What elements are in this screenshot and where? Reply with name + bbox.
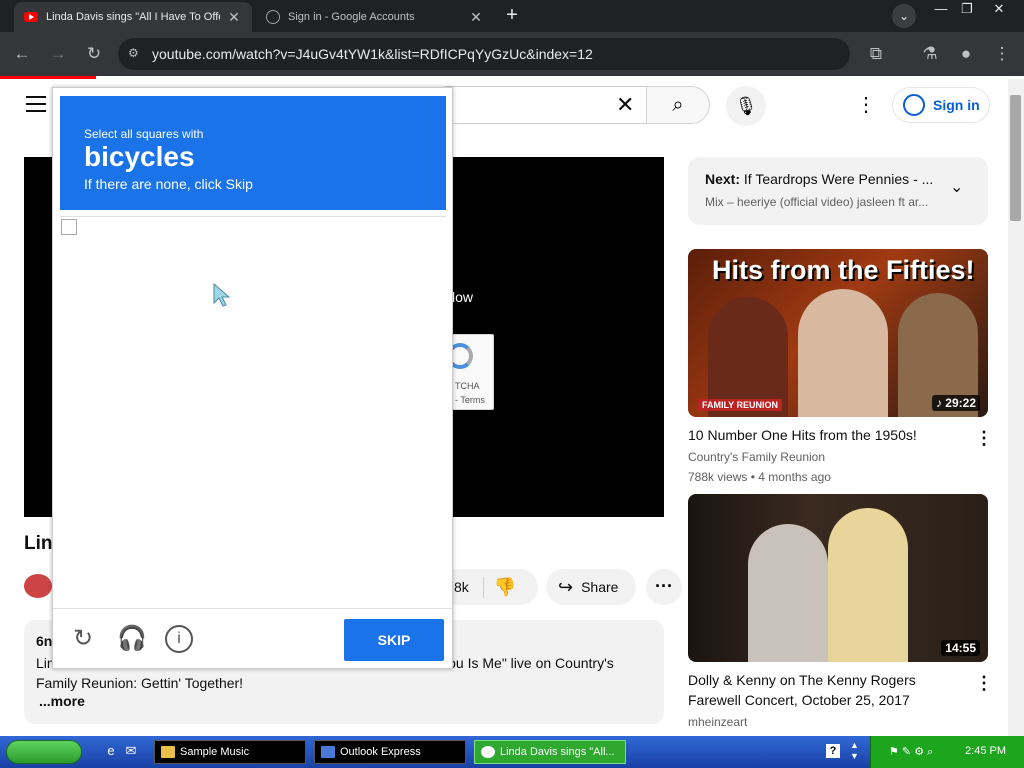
voice-search-button[interactable]: 🎙 xyxy=(726,86,766,126)
captcha-skip-hint: If there are none, click Skip xyxy=(84,176,253,192)
microphone-icon: 🎙 xyxy=(734,96,758,116)
share-icon: ↪ xyxy=(558,576,574,597)
like-count: 8k xyxy=(454,579,469,595)
channel-name[interactable]: Country's Family Reunion xyxy=(688,450,825,464)
tab-title: Sign in - Google Accounts xyxy=(288,11,415,23)
sign-in-label: Sign in xyxy=(933,97,980,113)
extensions-icon[interactable]: ⧉ xyxy=(862,40,890,68)
info-icon[interactable]: i xyxy=(165,625,193,653)
tab-title: Linda Davis sings "All I Have To Offer Y… xyxy=(46,11,220,23)
performer-right xyxy=(828,508,908,662)
performer-center xyxy=(798,289,888,417)
clock: 2:45 PM xyxy=(965,745,1006,757)
music-note-icon: ♪ xyxy=(935,396,942,410)
duration-badge: 14:55 xyxy=(941,640,980,656)
url-text: youtube.com/watch?v=J4uGv4tYW1k&list=RDf… xyxy=(152,46,593,62)
performer-left xyxy=(748,524,828,662)
tab-youtube[interactable]: Linda Davis sings "All I Have To Offer Y… xyxy=(14,2,252,32)
mouse-cursor-icon xyxy=(213,283,231,307)
outlook-quicklaunch-icon[interactable]: ✉ xyxy=(122,743,140,761)
address-bar[interactable]: ⚙ youtube.com/watch?v=J4uGv4tYW1k&list=R… xyxy=(118,38,850,70)
duration-badge: ♪ 29:22 xyxy=(931,395,980,411)
hamburger-menu-icon[interactable] xyxy=(26,96,46,112)
taskbar: e ✉ Sample Music Outlook Express Linda D… xyxy=(0,736,1024,768)
help-icon[interactable]: ? xyxy=(826,744,840,758)
search-icon: ⌕ xyxy=(672,94,684,116)
captcha-footer: ↻ 🎧 i SKIP xyxy=(53,608,452,668)
share-label: Share xyxy=(581,579,619,595)
video-title-link[interactable]: 10 Number One Hits from the 1950s! xyxy=(688,425,958,445)
kebab-menu-icon[interactable]: ⋮ xyxy=(975,673,993,694)
restore-button[interactable]: ❐ xyxy=(952,0,982,20)
next-in-mix-card[interactable]: Next: If Teardrops Were Pennies - ... Mi… xyxy=(688,157,988,225)
close-window-button[interactable]: ✕ xyxy=(984,0,1014,20)
captcha-header: Select all squares with bicycles If ther… xyxy=(60,96,446,210)
broken-image-icon xyxy=(61,219,77,235)
labs-flask-icon[interactable]: ⚗ xyxy=(916,40,944,68)
video-meta: 788k views • 4 months ago xyxy=(688,470,831,484)
reload-icon[interactable]: ↻ xyxy=(69,625,97,653)
kebab-menu-icon[interactable]: ⋮ xyxy=(975,428,993,449)
reload-button[interactable]: ↻ xyxy=(80,40,108,68)
channel-avatar[interactable] xyxy=(24,574,52,598)
share-button[interactable]: ↪ Share xyxy=(546,569,636,605)
more-actions-button[interactable]: ··· xyxy=(646,569,682,605)
outlook-icon xyxy=(321,746,335,758)
like-dislike-pill[interactable]: 8k 👎 xyxy=(440,569,538,605)
profile-icon[interactable]: ● xyxy=(952,40,980,68)
next-title: Next: If Teardrops Were Pennies - ... xyxy=(705,171,934,187)
globe-icon xyxy=(266,10,280,24)
sign-in-button[interactable]: Sign in xyxy=(892,87,990,123)
tray-scroll-arrows[interactable]: ▲ ▼ xyxy=(850,740,859,762)
search-button[interactable]: ⌕ xyxy=(646,86,710,124)
captcha-challenge: Select all squares with bicycles If ther… xyxy=(52,87,453,669)
captcha-image-grid[interactable] xyxy=(60,216,446,606)
thumbnail-headline: Hits from the Fifties! xyxy=(712,255,975,285)
back-button[interactable]: ← xyxy=(8,40,36,68)
chevron-down-icon[interactable]: ⌄ xyxy=(950,177,963,197)
headphones-icon[interactable]: 🎧 xyxy=(117,625,147,653)
system-tray: ⚑ ✎ ⚙ ⌕ 2:45 PM xyxy=(870,736,1024,768)
video-title-link[interactable]: Dolly & Kenny on The Kenny Rogers Farewe… xyxy=(688,670,958,710)
settings-kebab-icon[interactable]: ⋮ xyxy=(856,92,876,117)
recaptcha-terms-link[interactable]: - Terms xyxy=(455,395,485,405)
new-tab-button[interactable]: + xyxy=(500,4,524,28)
ie-quicklaunch-icon[interactable]: e xyxy=(102,743,120,761)
account-icon xyxy=(903,94,925,116)
youtube-icon xyxy=(24,12,38,22)
description-line2: Family Reunion: Gettin' Together! xyxy=(36,675,244,691)
menu-kebab-icon[interactable]: ⋮ xyxy=(988,40,1016,68)
scrollbar-thumb[interactable] xyxy=(1010,95,1021,221)
close-icon[interactable]: ✕ xyxy=(226,9,242,26)
thumbnail-logo-badge: FAMILY REUNION xyxy=(698,399,783,411)
taskbar-item-sample-music[interactable]: Sample Music xyxy=(154,740,306,764)
video-title: Lin xyxy=(24,533,53,554)
close-icon[interactable]: ✕ xyxy=(468,9,484,26)
clear-search-icon[interactable]: ✕ xyxy=(616,92,634,118)
skip-button[interactable]: SKIP xyxy=(344,619,444,661)
chrome-icon xyxy=(481,746,495,758)
show-more-link[interactable]: ...more xyxy=(39,693,85,709)
captcha-instruction: Select all squares with xyxy=(84,127,204,141)
taskbar-item-chrome[interactable]: Linda Davis sings "All... xyxy=(474,740,626,764)
taskbar-item-outlook-express[interactable]: Outlook Express xyxy=(314,740,466,764)
dislike-icon[interactable]: 👎 xyxy=(482,576,516,598)
recaptcha-label: TCHA xyxy=(455,381,480,391)
tab-search-button[interactable]: ⌄ xyxy=(892,4,916,28)
tab-google-accounts[interactable]: Sign in - Google Accounts ✕ xyxy=(256,2,494,32)
folder-icon xyxy=(161,746,175,758)
channel-name[interactable]: mheinzeart xyxy=(688,715,747,729)
site-info-icon[interactable]: ⚙ xyxy=(128,46,144,62)
captcha-target-object: bicycles xyxy=(84,141,195,172)
search-input[interactable] xyxy=(430,86,646,124)
tab-strip: Linda Davis sings "All I Have To Offer Y… xyxy=(0,0,1024,32)
start-button[interactable] xyxy=(6,740,82,764)
next-subtitle: Mix – heeriye (official video) jasleen f… xyxy=(705,195,929,209)
video-thumbnail[interactable]: Hits from the Fifties! FAMILY REUNION ♪ … xyxy=(688,249,988,417)
view-count: 6n xyxy=(36,633,53,649)
video-thumbnail[interactable]: 14:55 xyxy=(688,494,988,662)
tray-icons[interactable]: ⚑ ✎ ⚙ ⌕ xyxy=(889,745,933,759)
forward-button[interactable]: → xyxy=(44,40,72,68)
player-overlay-text: low xyxy=(452,289,474,305)
